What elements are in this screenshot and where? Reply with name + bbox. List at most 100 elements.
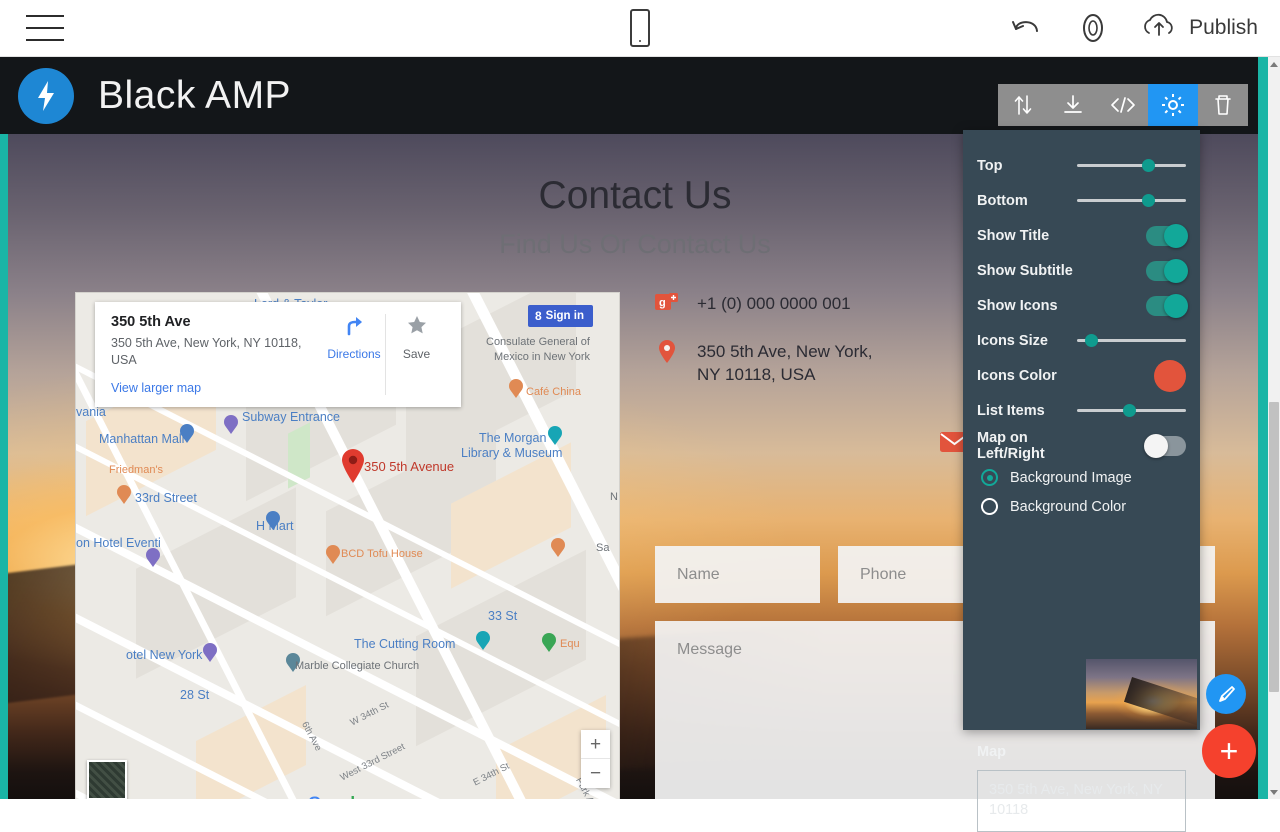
pen-edit-icon[interactable]: [1206, 674, 1246, 714]
slider-thumb[interactable]: [1085, 334, 1099, 347]
scroll-down-arrow-icon[interactable]: [1268, 785, 1280, 799]
map-place-label: 28 St: [180, 688, 210, 702]
slider-track: [1077, 164, 1186, 167]
directions-button[interactable]: Directions: [323, 314, 385, 395]
background-image-radio[interactable]: [981, 469, 998, 486]
svg-text:g: g: [659, 297, 666, 309]
map-place-label: Consulate General of: [486, 336, 590, 348]
zoom-out-button[interactable]: −: [581, 759, 610, 788]
brand-title: Black AMP: [98, 73, 292, 117]
edit-code-button[interactable]: [1098, 84, 1148, 126]
map-place-label: 33rd Street: [135, 491, 197, 505]
map-place-label: BCD Tofu House: [341, 548, 423, 560]
save-place-button[interactable]: Save: [385, 314, 447, 395]
background-color-radio[interactable]: [981, 498, 998, 515]
map-sign-in-button[interactable]: 8 Sign in: [527, 305, 593, 327]
background-color-option[interactable]: Background Color: [963, 492, 1200, 521]
map-place-label: N: [610, 491, 618, 503]
background-image-thumbnail[interactable]: [1086, 659, 1197, 729]
satellite-view-thumbnail[interactable]: [87, 760, 127, 799]
thumbnail-wing-shape: [1123, 676, 1197, 728]
slider-list-items[interactable]: [1077, 401, 1186, 421]
app-toolbar: Publish: [0, 0, 1280, 57]
right-accent-strip: [1258, 57, 1268, 799]
map-place-label: 33 St: [488, 609, 518, 623]
toggle-show-title[interactable]: [1146, 223, 1188, 248]
info-card-title: 350 5th Ave: [111, 314, 191, 330]
toggle-knob: [1164, 293, 1188, 318]
save-label: Save: [402, 347, 431, 361]
setting-row-map-on-left-right: Map on Left/Right: [963, 428, 1200, 463]
add-block-button[interactable]: +: [1202, 724, 1256, 778]
map-pin[interactable]: [542, 633, 556, 653]
map-pin[interactable]: [551, 538, 565, 558]
map-place-label: Mexico in New York: [494, 351, 590, 363]
setting-row-show-icons: Show Icons: [963, 288, 1200, 323]
setting-label: Top: [977, 157, 1003, 174]
map-place-label: Sa: [596, 542, 610, 554]
sign-in-label: Sign in: [545, 310, 584, 322]
name-input[interactable]: [655, 546, 820, 603]
phone-number: +1 (0) 000 0000 001: [697, 294, 851, 313]
toggle-show-icons[interactable]: [1146, 293, 1188, 318]
google-plus-icon[interactable]: g: [655, 292, 679, 316]
setting-row-icons-size: Icons Size: [963, 323, 1200, 358]
setting-row-show-subtitle: Show Subtitle: [963, 253, 1200, 288]
zoom-in-button[interactable]: +: [581, 730, 610, 759]
slider-icons-size[interactable]: [1077, 331, 1186, 351]
map-pin[interactable]: [476, 631, 490, 651]
background-color-label: Background Color: [1010, 498, 1127, 515]
background-image-label: Background Image: [1010, 469, 1132, 486]
toggle-knob: [1144, 433, 1168, 458]
block-settings-button[interactable]: [1148, 84, 1198, 126]
background-image-option[interactable]: Background Image: [963, 463, 1200, 492]
slider-bottom[interactable]: [1077, 191, 1186, 211]
map-pin[interactable]: [548, 426, 562, 446]
address-text: 350 5th Ave, New York, NY 10118, USA: [697, 342, 873, 384]
scroll-up-arrow-icon[interactable]: [1268, 57, 1280, 71]
toggle-show-subtitle[interactable]: [1146, 258, 1188, 283]
google-g-icon: 8: [534, 309, 542, 323]
primary-marker-label: 350 5th Avenue: [364, 459, 455, 474]
download-block-button[interactable]: [1048, 84, 1098, 126]
left-accent-strip: [0, 134, 8, 799]
setting-row-list-items: List Items: [963, 393, 1200, 428]
move-block-button[interactable]: [998, 84, 1048, 126]
block-toolbar: [998, 84, 1248, 126]
google-map-embed[interactable]: 350 5th Avenue Lord & TaylorConsulate Ge…: [75, 292, 620, 799]
map-pin[interactable]: [509, 379, 523, 399]
map-place-label: Library & Museum: [461, 446, 563, 460]
setting-row-icons-color: Icons Color: [963, 358, 1200, 393]
map-place-label: Friedman's: [109, 464, 164, 476]
setting-row-top: Top: [963, 148, 1200, 183]
map-pin[interactable]: [117, 485, 131, 505]
map-pin[interactable]: [224, 415, 238, 435]
mobile-preview-icon[interactable]: [630, 9, 650, 47]
setting-label: Icons Color: [977, 367, 1057, 384]
map-pin[interactable]: [146, 548, 160, 568]
setting-label: Icons Size: [977, 332, 1048, 349]
location-pin-icon[interactable]: [655, 340, 679, 364]
star-icon: [386, 314, 447, 342]
page-scrollbar[interactable]: [1268, 57, 1280, 799]
block-settings-panel: Top Bottom Show Title Show Subtitle Show Ico…: [963, 130, 1200, 832]
slider-thumb[interactable]: [1141, 159, 1155, 172]
toggle-knob: [1164, 223, 1188, 248]
map-zoom-controls: + −: [581, 730, 610, 788]
map-place-label: Marble Collegiate Church: [295, 660, 420, 672]
slider-thumb[interactable]: [1141, 194, 1155, 207]
view-larger-map-link[interactable]: View larger map: [111, 381, 323, 395]
primary-location-marker[interactable]: [340, 448, 366, 484]
setting-row-show-title: Show Title: [963, 218, 1200, 253]
map-pin[interactable]: [203, 643, 217, 663]
slider-track: [1077, 199, 1186, 202]
slider-top[interactable]: [1077, 156, 1186, 176]
toggle-map-on-left-right[interactable]: [1144, 433, 1186, 458]
map-address-input[interactable]: [977, 770, 1186, 832]
delete-block-button[interactable]: [1198, 84, 1248, 126]
map-pin[interactable]: [326, 545, 340, 565]
settings-rows: Top Bottom Show Title Show Subtitle Show Ico…: [963, 148, 1200, 463]
scrollbar-thumb[interactable]: [1269, 402, 1279, 692]
color-swatch-icons-color[interactable]: [1154, 359, 1186, 392]
slider-thumb[interactable]: [1123, 404, 1137, 417]
